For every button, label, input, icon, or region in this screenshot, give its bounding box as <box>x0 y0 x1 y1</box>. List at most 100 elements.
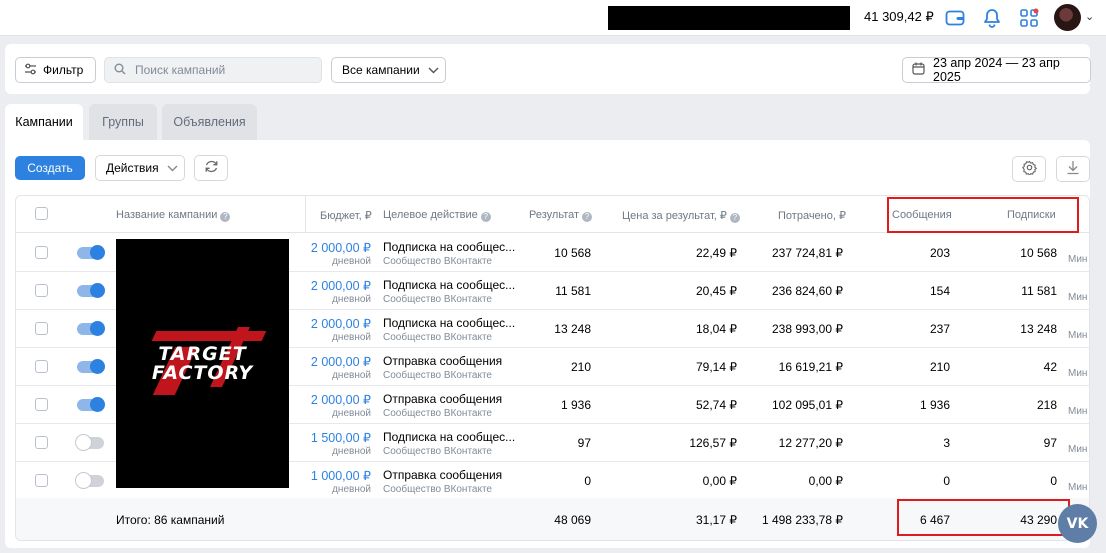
budget-value[interactable]: 2 000,00 ₽ <box>296 278 371 293</box>
refresh-icon <box>204 159 219 177</box>
row-checkbox[interactable] <box>35 436 48 449</box>
download-icon <box>1066 160 1080 178</box>
campaigns-select-value: Все кампании <box>342 63 420 77</box>
budget-value[interactable]: 2 000,00 ₽ <box>296 316 371 331</box>
cut-off-column-header: Мин <box>1068 254 1088 265</box>
calendar-icon <box>912 62 925 78</box>
col-header-spent[interactable]: Потрачено, ₽ <box>778 209 846 222</box>
vk-chat-button[interactable]: VK <box>1058 504 1097 543</box>
cut-off-column-header: Мин <box>1068 368 1088 379</box>
toggle-knob <box>76 435 91 450</box>
tab-ads[interactable]: Объявления <box>162 104 257 140</box>
totals-cost-per-result: 31,17 ₽ <box>696 513 737 527</box>
campaign-status-toggle[interactable] <box>77 321 105 336</box>
messages-value: 237 <box>929 322 950 336</box>
messages-value: 0 <box>943 474 950 488</box>
cost-per-result-value: 22,49 ₽ <box>696 246 737 260</box>
chevron-down-icon <box>428 63 439 77</box>
cost-per-result-value: 52,74 ₽ <box>696 398 737 412</box>
help-icon[interactable]: ? <box>480 212 491 222</box>
help-icon[interactable]: ? <box>729 213 740 223</box>
filter-panel: Фильтр Все кампании 23 апр 2024 — 23 апр… <box>5 44 1091 94</box>
account-balance[interactable]: 41 309,42 ₽ <box>864 9 934 25</box>
create-button[interactable]: Создать <box>15 156 85 180</box>
col-header-target[interactable]: Целевое действие? <box>383 209 491 222</box>
budget-value[interactable]: 2 000,00 ₽ <box>296 354 371 369</box>
cut-off-column-header: Мин <box>1068 482 1088 493</box>
col-header-budget[interactable]: Бюджет, ₽ <box>320 209 372 222</box>
target-subtitle: Сообщество ВКонтакте <box>383 332 492 343</box>
cut-off-column-header: Мин <box>1068 330 1088 341</box>
campaign-status-toggle[interactable] <box>77 245 105 260</box>
cost-per-result-value: 126,57 ₽ <box>689 436 737 450</box>
actions-dropdown[interactable]: Действия <box>95 155 185 181</box>
cost-per-result-value: 18,04 ₽ <box>696 322 737 336</box>
messages-value: 1 936 <box>919 398 950 412</box>
cost-per-result-value: 79,14 ₽ <box>696 360 737 374</box>
search-input[interactable] <box>133 62 313 78</box>
cut-off-column-header: Мин <box>1068 444 1088 455</box>
row-checkbox[interactable] <box>35 284 48 297</box>
result-value: 1 936 <box>560 398 591 412</box>
avatar[interactable] <box>1054 4 1081 31</box>
row-checkbox[interactable] <box>35 398 48 411</box>
subscriptions-value: 218 <box>1036 398 1057 412</box>
messages-value: 210 <box>929 360 950 374</box>
campaigns-select[interactable]: Все кампании <box>331 57 446 83</box>
toggle-knob <box>90 321 105 336</box>
bell-icon[interactable] <box>981 7 1003 29</box>
row-checkbox[interactable] <box>35 360 48 373</box>
top-bar: 41 309,42 ₽ ⌄ <box>0 0 1106 36</box>
budget-value[interactable]: 1 000,00 ₽ <box>296 468 371 483</box>
tab-campaigns[interactable]: Кампании <box>5 104 83 140</box>
refresh-button[interactable] <box>194 155 228 181</box>
select-all-checkbox[interactable] <box>35 207 48 220</box>
cost-per-result-value: 20,45 ₽ <box>696 284 737 298</box>
toggle-knob <box>90 359 105 374</box>
download-button[interactable] <box>1056 156 1090 182</box>
settings-button[interactable] <box>1012 156 1046 182</box>
campaign-logo-image: TARGET FACTORY <box>116 239 289 488</box>
help-icon[interactable]: ? <box>582 212 593 222</box>
filter-button[interactable]: Фильтр <box>15 57 96 83</box>
result-value: 13 248 <box>554 322 591 336</box>
campaign-status-toggle[interactable] <box>76 473 104 488</box>
toggle-knob <box>90 397 105 412</box>
budget-value[interactable]: 2 000,00 ₽ <box>296 240 371 255</box>
toggle-knob <box>90 283 105 298</box>
col-header-result[interactable]: Результат? <box>529 209 593 222</box>
tab-groups[interactable]: Группы <box>89 104 157 140</box>
search-box[interactable] <box>104 57 322 83</box>
filter-label: Фильтр <box>43 63 84 77</box>
row-checkbox[interactable] <box>35 474 48 487</box>
target-subtitle: Сообщество ВКонтакте <box>383 446 492 457</box>
chevron-down-icon[interactable]: ⌄ <box>1085 10 1094 23</box>
spent-value: 236 824,60 ₽ <box>771 284 843 298</box>
help-icon[interactable]: ? <box>220 212 231 222</box>
budget-period: дневной <box>332 408 371 419</box>
row-checkbox[interactable] <box>35 246 48 259</box>
date-range-picker[interactable]: 23 апр 2024 — 23 апр 2025 <box>902 56 1091 84</box>
campaign-status-toggle[interactable] <box>77 359 105 374</box>
sliders-icon <box>24 63 37 78</box>
cut-off-column-header: Мин <box>1068 292 1088 303</box>
apps-icon[interactable] <box>1018 7 1040 29</box>
spent-value: 238 993,00 ₽ <box>771 322 843 336</box>
col-header-cost-per-result[interactable]: Цена за результат, ₽? <box>622 209 740 223</box>
wallet-icon[interactable] <box>944 7 966 29</box>
campaign-status-toggle[interactable] <box>76 435 104 450</box>
target-subtitle: Сообщество ВКонтакте <box>383 408 492 419</box>
target-action: Отправка сообщения <box>383 354 503 368</box>
subscriptions-value: 13 248 <box>1020 322 1057 336</box>
budget-value[interactable]: 1 500,00 ₽ <box>296 430 371 445</box>
cost-per-result-value: 0,00 ₽ <box>702 474 737 488</box>
subscriptions-value: 0 <box>1050 474 1057 488</box>
highlight-box-totals <box>897 499 1070 536</box>
col-header-name[interactable]: Название кампании? <box>116 209 231 222</box>
campaigns-table: Название кампании? Бюджет, ₽ Целевое дей… <box>15 195 1090 541</box>
row-checkbox[interactable] <box>35 322 48 335</box>
campaign-status-toggle[interactable] <box>77 283 105 298</box>
logo-stroke <box>151 331 267 341</box>
budget-value[interactable]: 2 000,00 ₽ <box>296 392 371 407</box>
campaign-status-toggle[interactable] <box>77 397 105 412</box>
